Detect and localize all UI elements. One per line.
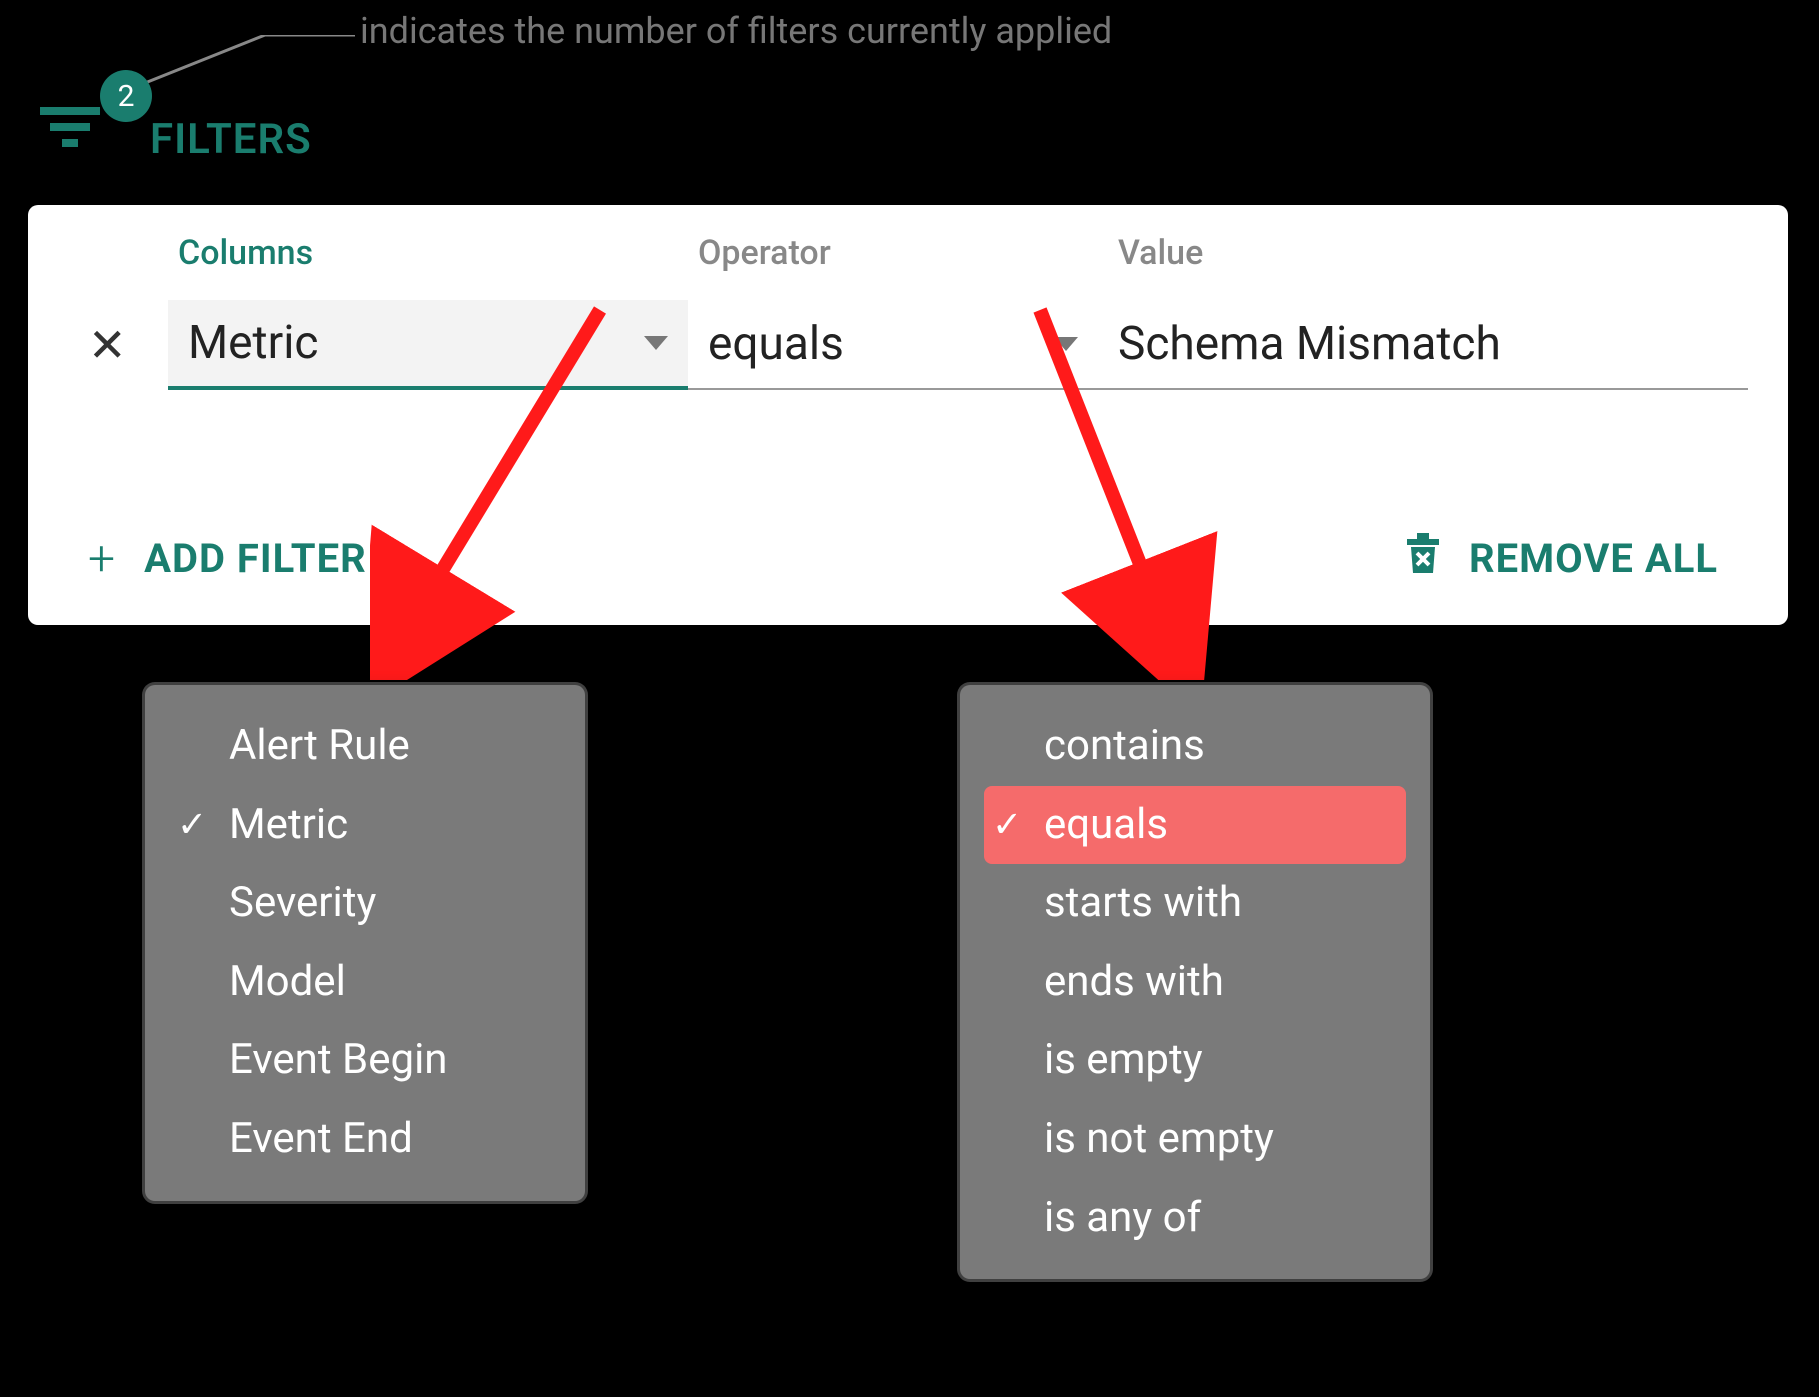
dropdown-item-label: ends with	[1044, 957, 1224, 1006]
add-filter-label: ADD FILTER	[144, 535, 367, 582]
value-label: Value	[1118, 233, 1203, 273]
dropdown-item-label: Alert Rule	[229, 721, 410, 770]
dropdown-item-label: is any of	[1044, 1193, 1201, 1242]
annotation-text: indicates the number of filters currentl…	[360, 10, 1112, 52]
check-icon: ✓	[992, 801, 1022, 848]
operators-dropdown-item[interactable]: ends with	[984, 943, 1406, 1022]
add-filter-button[interactable]: + ADD FILTER	[88, 530, 367, 587]
dropdown-item-label: is empty	[1044, 1035, 1203, 1084]
columns-label: Columns	[178, 233, 698, 273]
operators-dropdown-item[interactable]: is empty	[984, 1021, 1406, 1100]
trash-icon	[1403, 531, 1443, 587]
filter-count-badge: 2	[100, 70, 152, 122]
columns-dropdown-item[interactable]: Severity	[169, 864, 561, 943]
operators-dropdown-item[interactable]: contains	[984, 707, 1406, 786]
check-icon: ✓	[177, 801, 207, 848]
columns-dropdown-item[interactable]: ✓ Metric	[169, 786, 561, 865]
dropdown-item-label: Metric	[229, 800, 348, 849]
operators-dropdown-item[interactable]: ✓ equals	[984, 786, 1406, 865]
remove-all-button[interactable]: REMOVE ALL	[1403, 531, 1718, 587]
dropdown-item-label: Severity	[229, 878, 376, 927]
columns-dropdown-item[interactable]: Event Begin	[169, 1021, 561, 1100]
dropdown-item-label: is not empty	[1044, 1114, 1274, 1163]
dropdown-item-label: Event End	[229, 1114, 413, 1163]
dropdown-item-label: equals	[1044, 800, 1168, 849]
arrow-annotation-icon	[1020, 300, 1220, 680]
arrow-annotation-icon	[370, 300, 620, 680]
column-select-value: Metric	[188, 316, 318, 370]
plus-icon: +	[88, 530, 116, 587]
columns-dropdown-item[interactable]: Event End	[169, 1100, 561, 1179]
columns-dropdown-item[interactable]: Alert Rule	[169, 707, 561, 786]
columns-dropdown: Alert Rule ✓ Metric Severity Model Event Begi…	[145, 685, 585, 1201]
operators-dropdown-item[interactable]: is any of	[984, 1179, 1406, 1258]
filter-panel: Columns Operator Value ✕ Metric equals S…	[28, 205, 1788, 625]
operators-dropdown-item[interactable]: starts with	[984, 864, 1406, 943]
operator-label: Operator	[698, 233, 1118, 273]
columns-dropdown-item[interactable]: Model	[169, 943, 561, 1022]
filter-row: ✕ Metric equals Schema Mismatch	[88, 295, 1748, 395]
dropdown-item-label: starts with	[1044, 878, 1242, 927]
annotation-connector-line	[145, 35, 355, 85]
dropdown-item-label: Model	[229, 957, 346, 1006]
operators-dropdown: contains ✓ equals starts with ends with is em…	[960, 685, 1430, 1279]
operators-dropdown-item[interactable]: is not empty	[984, 1100, 1406, 1179]
operator-select-value: equals	[708, 317, 844, 371]
dropdown-item-label: contains	[1044, 721, 1205, 770]
filters-label[interactable]: FILTERS	[150, 115, 312, 164]
remove-filter-button[interactable]: ✕	[88, 318, 168, 373]
filter-icon[interactable]	[40, 105, 104, 157]
chevron-down-icon	[644, 336, 668, 350]
remove-all-label: REMOVE ALL	[1469, 535, 1718, 582]
dropdown-item-label: Event Begin	[229, 1035, 447, 1084]
